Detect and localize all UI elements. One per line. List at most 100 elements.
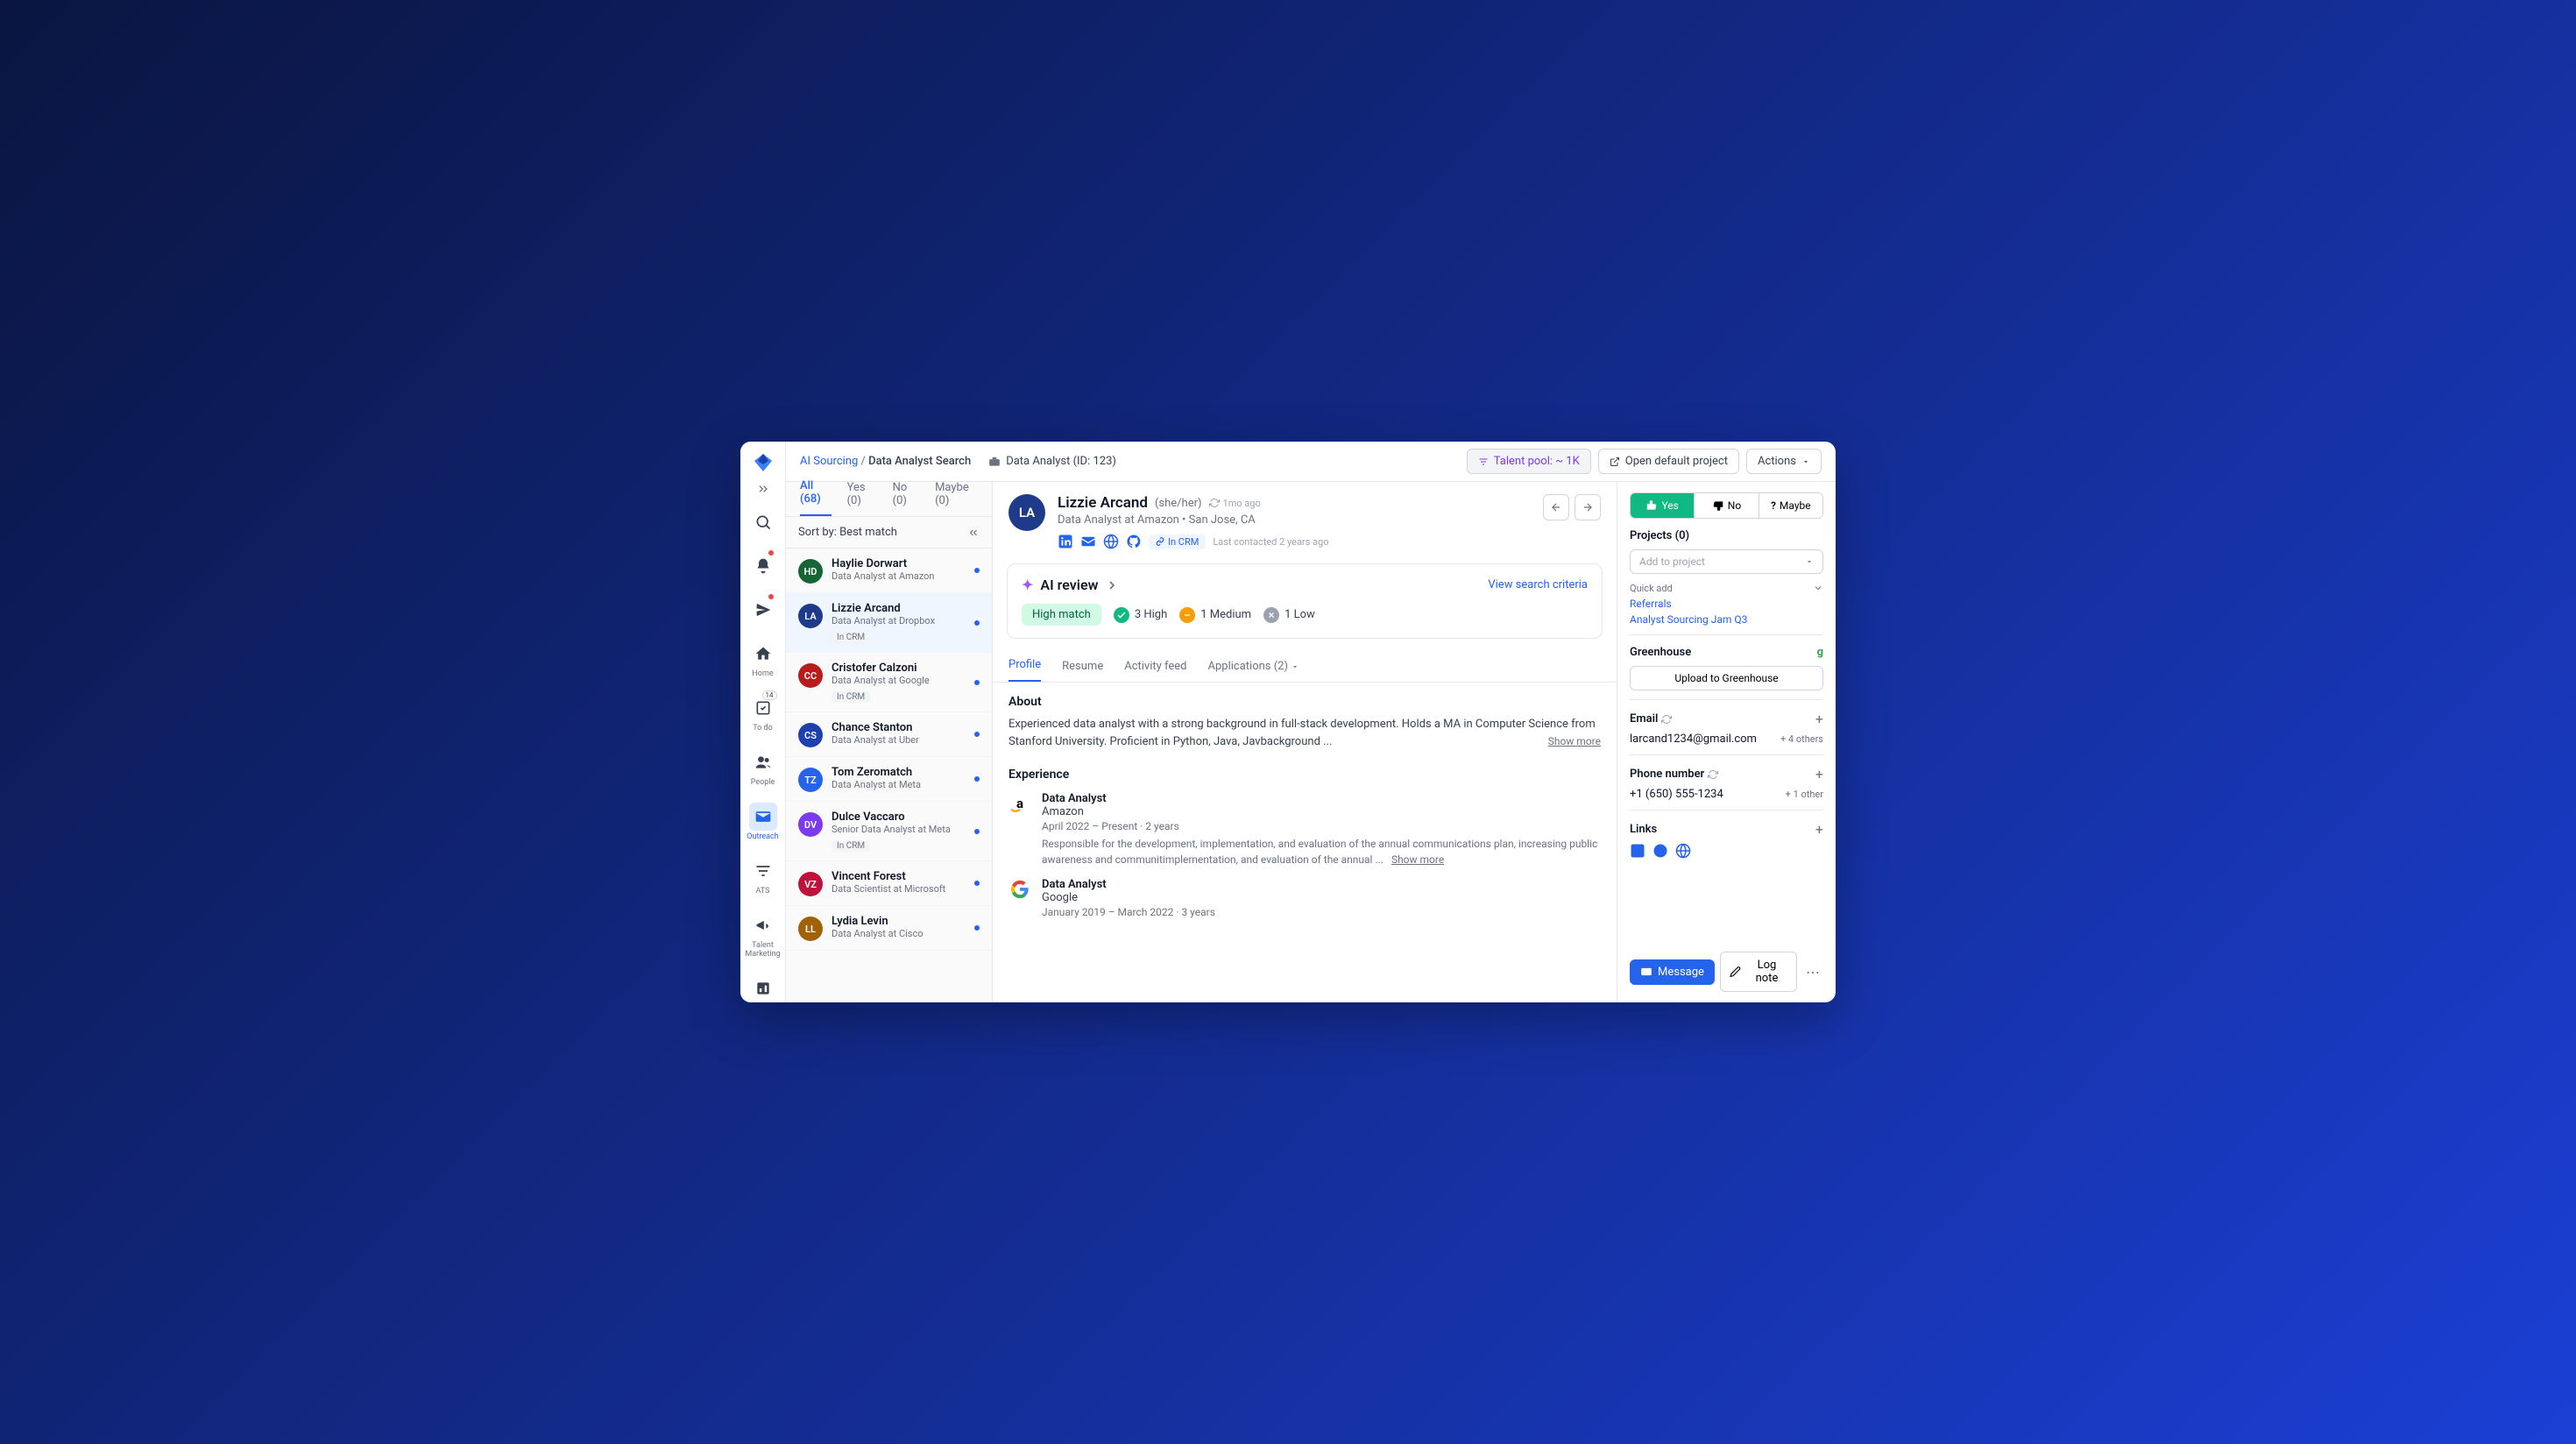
chevron-down-icon <box>1801 457 1810 466</box>
phone-more[interactable]: + 1 other <box>1786 789 1823 800</box>
ptab-feed[interactable]: Activity feed <box>1124 660 1186 682</box>
exp-title: Data Analyst <box>1042 878 1601 891</box>
next-candidate-button[interactable] <box>1575 494 1601 520</box>
candidate-row[interactable]: HD Haylie Dorwart Data Analyst at Amazon <box>786 549 992 593</box>
message-button[interactable]: Message <box>1630 959 1715 985</box>
unread-dot <box>974 829 980 834</box>
linkedin-icon[interactable] <box>1630 843 1645 859</box>
actions-button[interactable]: Actions <box>1746 449 1822 474</box>
nav-talent-compass[interactable]: Talent Compass <box>744 967 782 1002</box>
quick-add-referrals[interactable]: Referrals <box>1630 598 1823 610</box>
chevron-down-icon[interactable] <box>1813 583 1823 593</box>
unread-dot <box>974 732 980 737</box>
talent-pool-label: Talent pool: ~ 1K <box>1494 455 1580 468</box>
phone-value: +1 (650) 555-1234 <box>1630 788 1723 801</box>
nav-people[interactable]: People <box>744 741 782 792</box>
links-section: Links + <box>1630 821 1823 859</box>
about-show-more[interactable]: Show more <box>1548 733 1601 749</box>
candidate-avatar: HD <box>798 559 823 584</box>
more-actions-button[interactable]: ⋯ <box>1802 964 1823 980</box>
refresh-icon[interactable] <box>1661 714 1672 725</box>
candidate-row[interactable]: CC Cristofer Calzoni Data Analyst at Goo… <box>786 653 992 712</box>
talent-pool-button[interactable]: Talent pool: ~ 1K <box>1467 449 1591 474</box>
ptab-resume[interactable]: Resume <box>1062 660 1103 682</box>
vote-yes-button[interactable]: Yes <box>1631 493 1695 518</box>
tab-no[interactable]: No (0) <box>893 481 919 516</box>
breadcrumb-root[interactable]: AI Sourcing <box>800 455 858 468</box>
chevron-right-icon[interactable] <box>1105 578 1119 592</box>
content-body: All (68) Yes (0) No (0) Maybe (0) Sort b… <box>786 482 1836 1002</box>
email-more[interactable]: + 4 others <box>1780 733 1823 745</box>
detail-pronoun: (she/her) <box>1155 497 1202 510</box>
github-icon[interactable] <box>1126 534 1142 549</box>
open-project-label: Open default project <box>1625 455 1728 468</box>
experience-item: a⌣ Data Analyst Amazon April 2022 – Pres… <box>1008 792 1601 867</box>
vote-no-button[interactable]: No <box>1695 493 1759 518</box>
high-count: 3 High <box>1114 607 1167 623</box>
tab-maybe[interactable]: Maybe (0) <box>935 481 978 516</box>
exp-desc: Responsible for the development, impleme… <box>1042 836 1601 867</box>
greenhouse-heading: Greenhouse g <box>1630 646 1823 659</box>
refresh-icon <box>1209 498 1220 508</box>
vote-row: Yes No ?Maybe <box>1630 492 1823 519</box>
about-text: Experienced data analyst with a strong b… <box>1008 716 1601 750</box>
globe-icon[interactable] <box>1675 843 1691 859</box>
in-crm-pill: In CRM <box>1149 534 1206 549</box>
candidate-avatar: VZ <box>798 872 823 896</box>
linkedin-icon[interactable] <box>1058 534 1073 549</box>
email-value: larcand1234@gmail.com <box>1630 733 1757 746</box>
log-note-button[interactable]: Log note <box>1720 952 1797 992</box>
exp-show-more[interactable]: Show more <box>1391 853 1444 866</box>
github-icon[interactable] <box>1652 843 1668 859</box>
candidate-title: Data Analyst at Uber <box>832 734 980 746</box>
ptab-profile[interactable]: Profile <box>1008 658 1041 682</box>
candidate-name: Chance Stanton <box>832 721 980 734</box>
tab-all[interactable]: All (68) <box>800 479 832 516</box>
nav-marketing-label: Talent Marketing <box>744 941 782 959</box>
globe-icon[interactable] <box>1103 534 1119 549</box>
candidate-name: Haylie Dorwart <box>832 557 980 570</box>
nav-todo[interactable]: To do 14 <box>744 687 782 738</box>
vote-maybe-button[interactable]: ?Maybe <box>1759 493 1822 518</box>
ptab-apps[interactable]: Applications (2) <box>1208 660 1300 682</box>
todo-badge: 14 <box>762 690 777 700</box>
nav-outreach[interactable]: Outreach <box>744 796 782 846</box>
refresh-icon[interactable] <box>1708 769 1718 780</box>
quick-add-sourcing[interactable]: Analyst Sourcing Jam Q3 <box>1630 613 1823 626</box>
candidate-row[interactable]: TZ Tom Zeromatch Data Analyst at Meta <box>786 757 992 802</box>
candidate-row[interactable]: CS Chance Stanton Data Analyst at Uber <box>786 712 992 757</box>
candidate-row[interactable]: DV Dulce Vaccaro Senior Data Analyst at … <box>786 802 992 861</box>
upload-greenhouse-button[interactable]: Upload to Greenhouse <box>1630 666 1823 690</box>
add-phone-button[interactable]: + <box>1815 766 1823 782</box>
question-icon: ? <box>1771 499 1776 512</box>
brand-logo[interactable] <box>750 452 776 473</box>
nav-share[interactable] <box>744 589 782 629</box>
nav-search[interactable] <box>744 501 782 542</box>
open-project-button[interactable]: Open default project <box>1598 449 1739 474</box>
nav-talent-marketing[interactable]: Talent Marketing <box>744 904 782 964</box>
nav-notifications[interactable] <box>744 545 782 585</box>
tab-yes[interactable]: Yes (0) <box>847 481 877 516</box>
topbar: AI Sourcing / Data Analyst Search Data A… <box>786 442 1836 482</box>
profile-tabs: Profile Resume Activity feed Application… <box>993 649 1617 683</box>
add-email-button[interactable]: + <box>1815 711 1823 727</box>
nav-home[interactable]: Home <box>744 633 782 683</box>
add-link-button[interactable]: + <box>1815 821 1823 838</box>
candidate-list[interactable]: HD Haylie Dorwart Data Analyst at Amazon… <box>786 549 992 1002</box>
sort-label[interactable]: Sort by: Best match <box>798 526 897 539</box>
candidate-title: Data Analyst at Dropbox <box>832 615 980 626</box>
nav-ats[interactable]: ATS <box>744 850 782 901</box>
email-icon[interactable] <box>1080 534 1096 549</box>
candidate-name: Dulce Vaccaro <box>832 810 980 824</box>
candidate-row[interactable]: LL Lydia Levin Data Analyst at Cisco <box>786 906 992 951</box>
candidate-row[interactable]: VZ Vincent Forest Data Scientist at Micr… <box>786 861 992 906</box>
ai-title: AI review <box>1040 577 1098 593</box>
expand-nav-button[interactable] <box>751 482 775 496</box>
candidate-avatar: LL <box>798 917 823 941</box>
collapse-list-button[interactable] <box>967 527 980 539</box>
prev-candidate-button[interactable] <box>1543 494 1569 520</box>
view-criteria-link[interactable]: View search criteria <box>1488 578 1588 591</box>
add-to-project-select[interactable]: Add to project <box>1630 549 1823 574</box>
candidate-row[interactable]: LA Lizzie Arcand Data Analyst at Dropbox… <box>786 593 992 653</box>
greenhouse-section: Greenhouse g Upload to Greenhouse <box>1630 646 1823 700</box>
